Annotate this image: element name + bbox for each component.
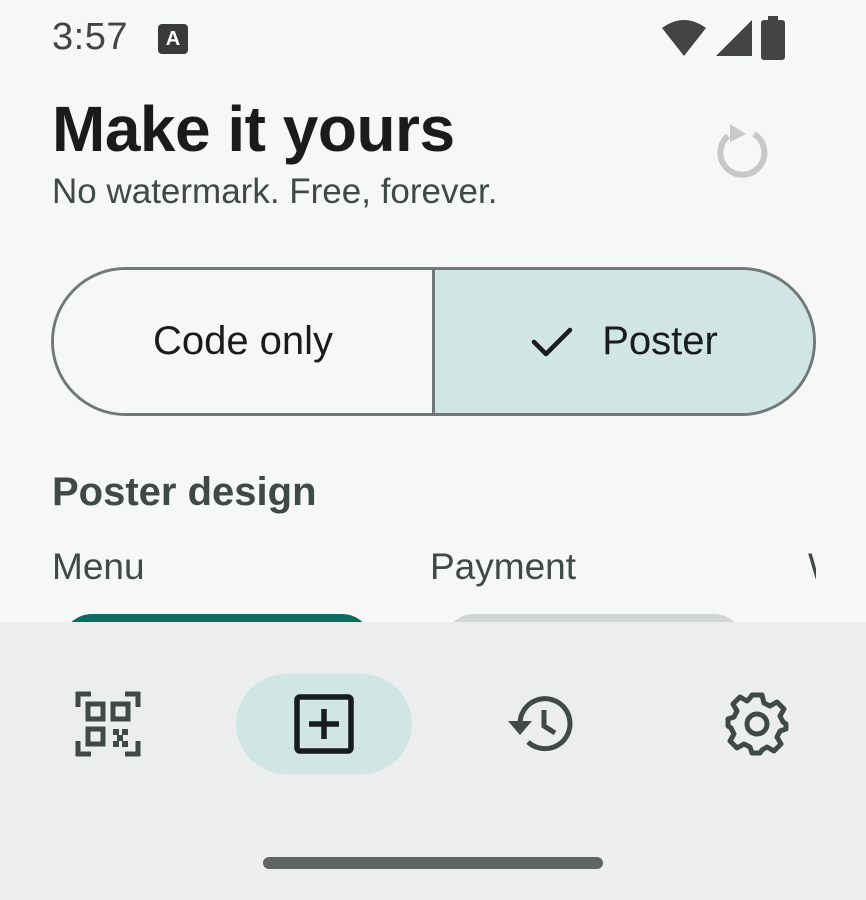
page-subtitle: No watermark. Free, forever.	[52, 172, 498, 211]
history-icon	[508, 696, 573, 752]
bottom-navigation	[0, 622, 866, 900]
toggle-poster[interactable]: Poster	[435, 270, 813, 413]
qr-scan-icon	[75, 691, 141, 757]
toggle-poster-label: Poster	[602, 319, 718, 363]
toggle-code-only-label: Code only	[152, 319, 334, 363]
status-bar: 3:57 A	[0, 0, 866, 80]
section-title: Poster design	[52, 470, 317, 514]
nav-create[interactable]	[236, 674, 412, 774]
gear-icon	[725, 692, 789, 756]
add-box-icon	[294, 694, 354, 754]
gesture-handle[interactable]	[263, 857, 603, 869]
wifi-icon	[662, 20, 706, 56]
mode-toggle: Code only Poster	[51, 267, 816, 416]
design-label-third: W	[808, 546, 816, 588]
design-label-menu: Menu	[52, 546, 145, 587]
toggle-code-only[interactable]: Code only	[54, 270, 435, 413]
nav-scan[interactable]	[20, 674, 196, 774]
signal-icon	[716, 20, 752, 56]
nav-settings[interactable]	[669, 674, 845, 774]
status-icons	[660, 16, 786, 60]
refresh-icon	[717, 124, 768, 178]
battery-icon	[761, 16, 785, 60]
check-icon	[531, 327, 573, 356]
nav-history[interactable]	[452, 674, 628, 774]
design-label-payment: Payment	[430, 546, 577, 587]
notification-icon: A	[158, 24, 188, 54]
status-time: 3:57	[52, 16, 128, 58]
page-title: Make it yours	[52, 93, 455, 165]
reset-button[interactable]	[708, 118, 772, 188]
